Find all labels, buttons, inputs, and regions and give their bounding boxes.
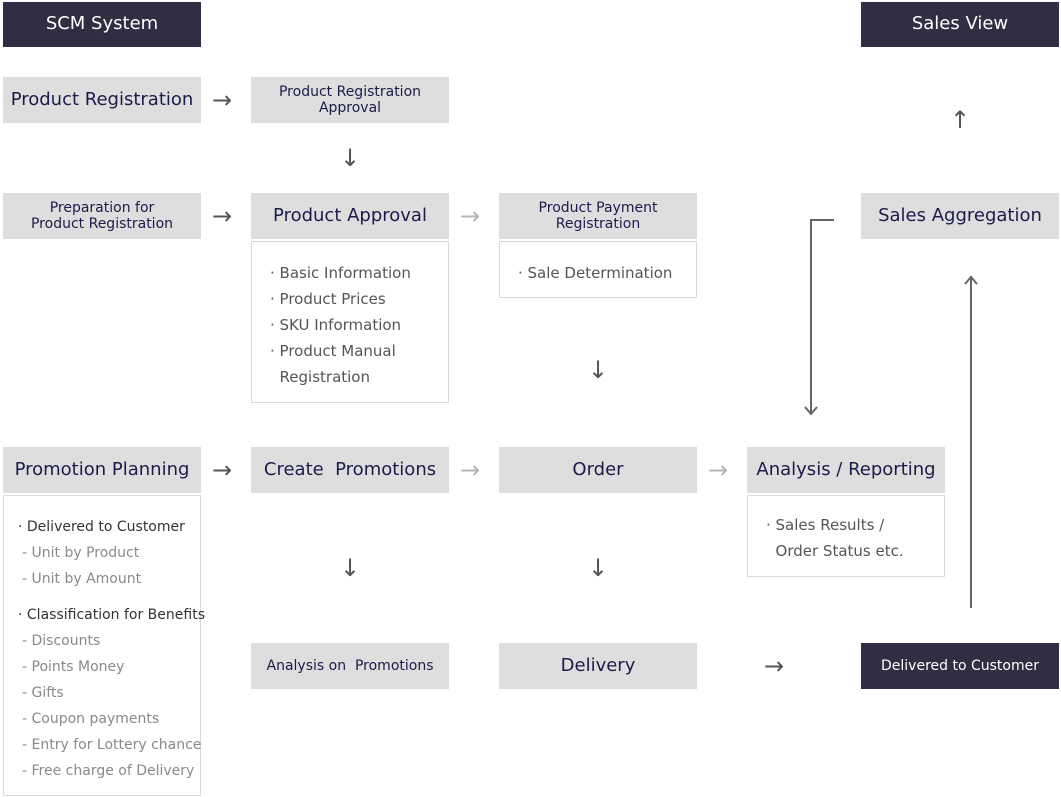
sales-aggregation-node: Sales Aggregation xyxy=(861,193,1059,239)
detail-subitem: - Unit by Amount xyxy=(22,571,142,587)
product-payment-node: Product Payment Registration xyxy=(499,193,697,239)
analysis-on-promotions-node: Analysis on Promotions xyxy=(251,643,449,689)
connector-delivered-to-aggregation xyxy=(964,275,978,608)
detail-subitem: - Discounts xyxy=(22,633,101,649)
detail-item: · Classification for Benefits xyxy=(18,607,205,623)
detail-item: · Sales Results / xyxy=(766,516,885,534)
scm-system-title: SCM System xyxy=(45,13,159,35)
delivered-to-customer-label: Delivered to Customer xyxy=(881,657,1039,674)
detail-subitem: - Coupon payments xyxy=(22,711,160,727)
sales-view-title: Sales View xyxy=(911,13,1009,35)
detail-subitem: - Unit by Product xyxy=(22,545,140,561)
arrow-right-icon: → xyxy=(212,86,233,114)
product-payment-label-line1: Product Payment xyxy=(538,199,658,216)
promotion-planning-details: · Delivered to Customer - Unit by Produc… xyxy=(3,495,205,796)
preparation-label-line2: Product Registration xyxy=(30,216,174,232)
detail-subitem: - Entry for Lottery chance xyxy=(22,737,202,753)
analysis-reporting-details: · Sales Results / Order Status etc. xyxy=(747,495,945,577)
product-registration-approval-node: Product Registration Approval xyxy=(251,77,449,123)
sales-view-header: Sales View xyxy=(861,2,1059,47)
delivery-label: Delivery xyxy=(560,654,636,676)
product-payment-label-line2: Registration xyxy=(555,216,641,232)
arrow-right-light-icon: → xyxy=(460,202,481,230)
connector-line xyxy=(810,219,834,414)
arrow-down-icon: ↓ xyxy=(588,554,609,582)
detail-item: · Product Manual xyxy=(270,342,396,360)
promotion-planning-node: Promotion Planning xyxy=(3,447,201,493)
detail-item: · SKU Information xyxy=(270,316,402,334)
delivery-node: Delivery xyxy=(499,643,697,689)
detail-item: Order Status etc. xyxy=(766,542,904,560)
preparation-label-line1: Preparation for xyxy=(49,199,155,216)
arrow-up-icon: ↑ xyxy=(950,106,971,134)
connector-aggregation-to-analysis xyxy=(804,219,834,416)
arrow-right-light-icon: → xyxy=(708,456,729,484)
arrow-down-icon: ↓ xyxy=(340,144,361,172)
product-registration-label: Product Registration xyxy=(10,88,194,110)
arrow-right-icon: → xyxy=(764,652,785,680)
arrow-right-icon: → xyxy=(212,456,233,484)
detail-item: · Basic Information xyxy=(270,264,411,282)
create-promotions-node: Create Promotions xyxy=(251,447,449,493)
product-approval-node: Product Approval xyxy=(251,193,449,239)
product-payment-details: · Sale Determination xyxy=(499,241,697,298)
detail-item: · Delivered to Customer xyxy=(18,519,185,535)
sales-aggregation-label: Sales Aggregation xyxy=(878,204,1042,226)
detail-item: · Sale Determination xyxy=(518,264,673,282)
create-promotions-label: Create Promotions xyxy=(263,458,437,480)
arrow-down-icon: ↓ xyxy=(588,356,609,384)
product-registration-node: Product Registration xyxy=(3,77,201,123)
order-label: Order xyxy=(572,458,624,480)
detail-item: · Product Prices xyxy=(270,290,386,308)
product-registration-approval-label-line1: Product Registration xyxy=(278,83,422,100)
order-node: Order xyxy=(499,447,697,493)
analysis-reporting-node: Analysis / Reporting xyxy=(747,447,945,493)
detail-subitem: - Gifts xyxy=(22,685,64,701)
analysis-on-promotions-label: Analysis on Promotions xyxy=(266,657,434,674)
promotion-planning-label: Promotion Planning xyxy=(14,458,190,480)
preparation-node: Preparation for Product Registration xyxy=(3,193,201,239)
arrow-right-light-icon: → xyxy=(460,456,481,484)
arrow-right-icon: → xyxy=(212,202,233,230)
arrow-down-icon: ↓ xyxy=(340,554,361,582)
product-registration-approval-label-line2: Approval xyxy=(318,100,382,116)
analysis-reporting-label: Analysis / Reporting xyxy=(756,458,936,480)
detail-subitem: - Free charge of Delivery xyxy=(22,763,195,779)
delivered-to-customer-node: Delivered to Customer xyxy=(861,643,1059,689)
detail-item: Registration xyxy=(270,368,370,386)
detail-subitem: - Points Money xyxy=(22,659,125,675)
product-approval-label: Product Approval xyxy=(273,204,427,226)
scm-system-header: SCM System xyxy=(3,2,201,47)
product-approval-details: · Basic Information · Product Prices · S… xyxy=(251,241,449,403)
